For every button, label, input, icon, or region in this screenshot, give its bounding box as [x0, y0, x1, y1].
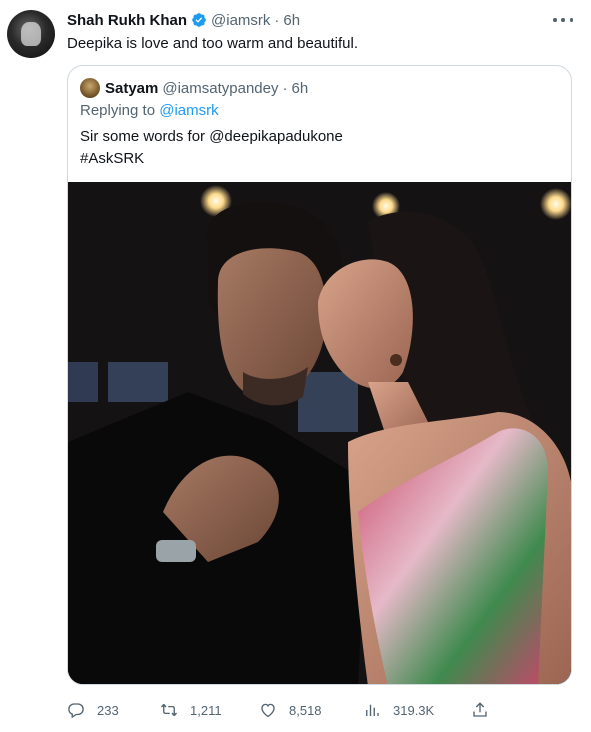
quoted-header: Satyam @iamsatypandey · 6h — [80, 78, 308, 98]
quoted-text-line: Sir some words for — [80, 128, 210, 145]
like-icon — [261, 703, 275, 718]
quoted-timestamp[interactable]: 6h — [292, 80, 309, 97]
timestamp[interactable]: 6h — [283, 12, 300, 29]
separator-dot: · — [282, 79, 288, 97]
retweet-button[interactable]: 1,211 — [160, 698, 222, 722]
replying-prefix: Replying to — [80, 102, 160, 119]
quoted-text: Sir some words for @deepikapadukone #Ask… — [80, 126, 343, 170]
retweet-icon — [160, 703, 178, 717]
quoted-avatar[interactable] — [80, 78, 100, 98]
replying-to: Replying to @iamsrk — [80, 102, 219, 119]
tweet: Shah Rukh Khan @iamsrk · 6h Deepika is l… — [0, 0, 591, 732]
tweet-text: Deepika is love and too warm and beautif… — [67, 35, 359, 52]
verified-badge-icon — [192, 13, 206, 27]
reply-button[interactable]: 233 — [67, 698, 119, 722]
quoted-author-handle[interactable]: @iamsatypandey — [162, 80, 278, 97]
replying-to-link[interactable]: @iamsrk — [159, 102, 218, 119]
separator-dot: · — [274, 11, 280, 29]
views-button[interactable]: 319.3K — [363, 698, 434, 722]
author-handle[interactable]: @iamsrk — [211, 12, 270, 29]
views-count: 319.3K — [393, 702, 435, 718]
reply-icon — [68, 703, 84, 719]
photo-illustration — [68, 182, 571, 684]
mention-link[interactable]: @deepikapadukone — [209, 128, 343, 145]
views-icon — [366, 704, 379, 716]
reply-count: 233 — [97, 702, 119, 718]
tweet-header: Shah Rukh Khan @iamsrk · 6h — [67, 10, 300, 30]
share-icon — [473, 702, 487, 717]
like-button[interactable]: 8,518 — [259, 698, 322, 722]
quoted-photo[interactable] — [68, 182, 571, 684]
more-icon[interactable] — [553, 12, 573, 28]
action-bar: 233 1,211 8,518 319.3K — [67, 698, 572, 722]
hashtag-link[interactable]: #AskSRK — [80, 150, 144, 167]
like-count: 8,518 — [289, 702, 322, 718]
retweet-count: 1,211 — [190, 702, 222, 718]
quoted-tweet[interactable]: Satyam @iamsatypandey · 6h Replying to @… — [67, 65, 572, 685]
author-name[interactable]: Shah Rukh Khan — [67, 12, 187, 29]
quoted-author-name[interactable]: Satyam — [105, 80, 158, 97]
avatar[interactable] — [7, 10, 55, 58]
share-button[interactable] — [471, 698, 501, 722]
